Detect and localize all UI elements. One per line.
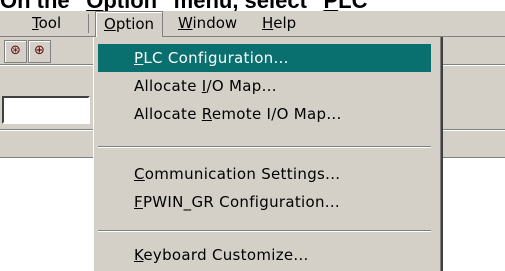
- menu-separator: [98, 230, 431, 232]
- menu-window[interactable]: Window: [170, 11, 245, 36]
- menu-item-allocate-io-map[interactable]: Allocate I/O Map...: [98, 72, 431, 100]
- menu-help[interactable]: Help: [254, 11, 304, 36]
- option-dropdown-menu: PLC Configuration... Allocate I/O Map...…: [93, 37, 443, 271]
- menu-item-allocate-remote-io-map[interactable]: Allocate Remote I/O Map...: [98, 100, 431, 128]
- menu-option[interactable]: Option: [95, 11, 164, 37]
- plug-icon[interactable]: ⊛: [4, 40, 27, 63]
- menu-separator: [98, 146, 431, 148]
- toolbar-input[interactable]: [2, 96, 90, 124]
- instruction-caption: On the "Option" menu, select "PLC: [0, 0, 505, 11]
- menu-bar: Tool Option Window Help: [0, 11, 505, 37]
- menu-item-keyboard-customize[interactable]: Keyboard Customize...: [98, 241, 431, 269]
- plug-icon[interactable]: ⊕: [28, 40, 51, 63]
- menu-item-fpwin-gr-configuration[interactable]: FPWIN_GR Configuration...: [98, 188, 431, 216]
- menu-item-plc-configuration[interactable]: PLC Configuration...: [98, 44, 431, 72]
- menu-bar-separator: [88, 14, 89, 33]
- menu-item-communication-settings[interactable]: Communication Settings...: [98, 160, 431, 188]
- menu-tool[interactable]: Tool: [24, 11, 69, 36]
